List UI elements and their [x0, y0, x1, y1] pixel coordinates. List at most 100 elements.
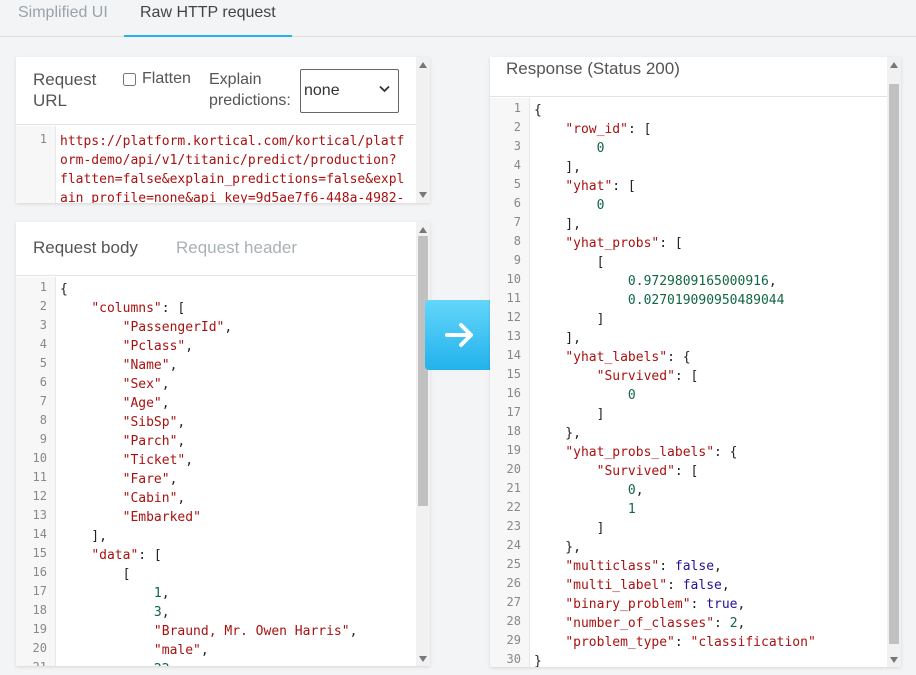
- response-scrollbar[interactable]: [887, 57, 901, 667]
- line-number: 15: [32, 546, 47, 560]
- code-token: ]: [534, 521, 605, 536]
- scroll-down-arrow-icon[interactable]: [419, 656, 427, 662]
- tab-request-body[interactable]: Request body: [33, 238, 138, 258]
- tab-raw-http-request[interactable]: Raw HTTP request: [124, 0, 292, 37]
- line-number: 3: [39, 318, 47, 332]
- tab-request-header[interactable]: Request header: [176, 238, 297, 258]
- line-number: 6: [513, 196, 521, 210]
- scroll-up-arrow-icon[interactable]: [890, 62, 898, 68]
- code-token: ]: [534, 407, 605, 422]
- line-number: 18: [32, 603, 47, 617]
- scroll-up-arrow-icon[interactable]: [419, 227, 427, 233]
- code-line: [: [60, 565, 357, 584]
- response-scroll-thumb[interactable]: [889, 84, 899, 644]
- tab-simplified-ui[interactable]: Simplified UI: [2, 0, 124, 36]
- flatten-label: Flatten: [142, 70, 191, 87]
- line-number: 12: [32, 489, 47, 503]
- line-number: 21: [16, 660, 56, 666]
- code-line: ],: [534, 215, 816, 234]
- code-line: }: [534, 652, 816, 667]
- code-token: "Embarked": [122, 510, 201, 525]
- code-line: 22,: [60, 660, 357, 666]
- request-body-code[interactable]: { "columns": [ "PassengerId", "Pclass", …: [60, 280, 357, 666]
- url-line: https://platform.kortical.com/kortical/p…: [60, 134, 405, 149]
- code-line: "Name",: [60, 356, 357, 375]
- code-line: "Braund, Mr. Owen Harris",: [60, 622, 358, 641]
- code-token: "binary_problem": [565, 597, 691, 612]
- code-token: ,: [161, 377, 170, 392]
- line-number: 4: [513, 158, 521, 172]
- code-line: 0.9729809165000916,: [534, 272, 816, 291]
- explain-label-line2: predictions:: [209, 92, 291, 109]
- code-token: },: [534, 540, 581, 555]
- code-line: "data": [: [60, 546, 357, 565]
- request-url-code[interactable]: https://platform.kortical.com/kortical/p…: [60, 132, 404, 203]
- code-line: "male",: [60, 641, 357, 660]
- scroll-up-arrow-icon[interactable]: [419, 62, 427, 68]
- line-number: 11: [506, 291, 521, 305]
- scroll-down-arrow-icon[interactable]: [890, 657, 898, 663]
- body-scroll-thumb[interactable]: [418, 236, 428, 506]
- code-token: ,: [161, 586, 170, 601]
- code-line: {: [534, 101, 816, 120]
- code-token: "classification": [690, 635, 816, 650]
- code-token: ,: [177, 491, 186, 506]
- code-token: : {: [714, 445, 738, 460]
- code-token: "data": [91, 548, 139, 563]
- code-token: },: [534, 426, 581, 441]
- code-line: 1,: [60, 584, 357, 603]
- code-token: ,: [185, 453, 194, 468]
- code-token: "Fare": [122, 472, 170, 487]
- code-token: "row_id": [565, 122, 628, 137]
- code-line: "multiclass": false,: [534, 557, 816, 576]
- explain-predictions-select[interactable]: none: [300, 69, 399, 113]
- code-token: "yhat": [565, 179, 613, 194]
- line-number: 27: [506, 595, 521, 609]
- response-editor[interactable]: 1 2 3 4 5 6 7 8 9 10 11 12 13 14 15 16 17 18 19 20 21 22 23 24 2…: [490, 98, 887, 667]
- url-line: ain_profile=none&api_key=9d5ae7f6-448a-4…: [60, 191, 405, 203]
- code-token: "multi_label": [565, 578, 668, 593]
- send-request-button[interactable]: [425, 300, 495, 370]
- code-token: "male": [153, 643, 201, 658]
- code-line: {: [60, 280, 357, 299]
- code-line: 0.027019090950489044: [534, 291, 816, 310]
- request-url-label-line1: Request: [33, 70, 97, 89]
- request-url-header: Request URL Flatten Explain predictions:…: [16, 57, 416, 125]
- view-tabs: Simplified UI Raw HTTP request: [0, 0, 916, 37]
- body-gutter: 123456789101112131415161718192021: [16, 277, 56, 666]
- code-line: },: [534, 424, 816, 443]
- code-token: "PassengerId": [122, 320, 225, 335]
- url-scrollbar[interactable]: [416, 57, 430, 203]
- code-token: ,: [177, 434, 186, 449]
- flatten-checkbox[interactable]: [123, 72, 136, 86]
- scroll-down-arrow-icon[interactable]: [419, 192, 427, 198]
- request-url-editor[interactable]: 1 https://platform.kortical.com/kortical…: [16, 126, 416, 203]
- response-code[interactable]: { "row_id": [ 0 ], "yhat": [ 0 ], "yhat_…: [534, 101, 816, 667]
- line-number: 8: [513, 234, 521, 248]
- code-token: 22: [154, 662, 170, 666]
- code-token: "Survived": [596, 464, 675, 479]
- line-number: 14: [32, 527, 47, 541]
- code-token: ,: [170, 662, 178, 666]
- request-body-editor[interactable]: 123456789101112131415161718192021 { "col…: [16, 277, 416, 666]
- code-token: [: [534, 255, 605, 270]
- line-number: 6: [39, 375, 47, 389]
- code-token: 0: [627, 388, 636, 403]
- explain-predictions-value: none: [304, 82, 340, 99]
- arrow-right-icon: [445, 323, 473, 347]
- line-number: 16: [32, 565, 47, 579]
- flatten-option[interactable]: Flatten: [123, 70, 191, 88]
- code-token: ,: [737, 616, 746, 631]
- line-number: 21: [506, 481, 521, 495]
- body-scrollbar[interactable]: [416, 222, 430, 666]
- url-line: flatten=false&explain_predictions=false&…: [60, 172, 405, 187]
- line-number: 1: [39, 280, 47, 294]
